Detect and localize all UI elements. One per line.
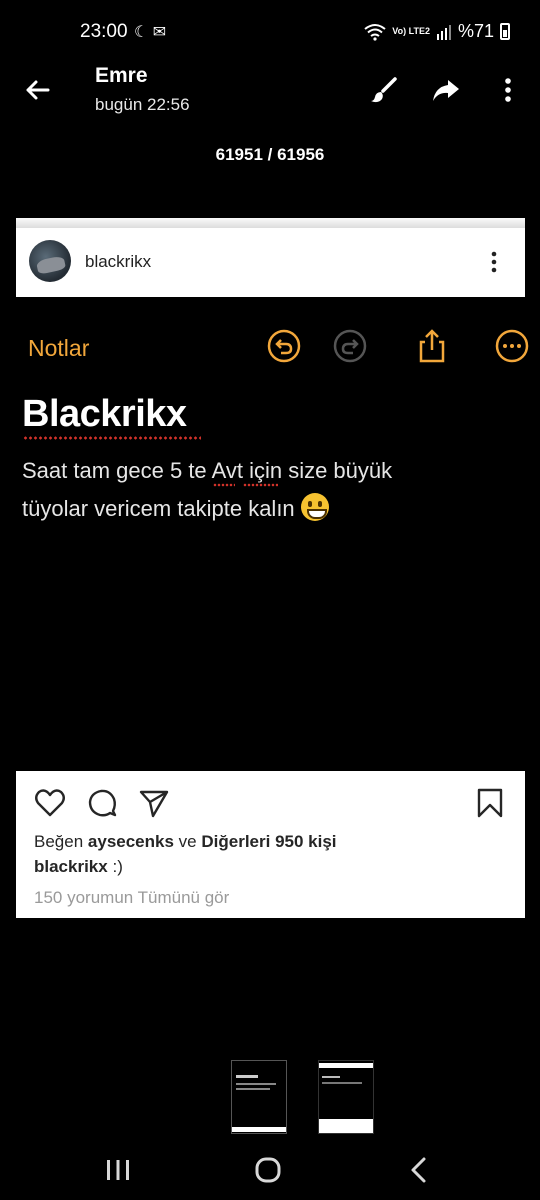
app-bar: Emre bugün 22:56 <box>0 64 540 120</box>
bookmark-icon <box>477 788 503 818</box>
redo-icon <box>333 329 367 363</box>
comment-icon <box>88 789 117 817</box>
contact-name: Emre <box>95 64 148 87</box>
status-time: 23:00 <box>80 21 128 42</box>
note-line-2: tüyolar vericem takipte kalın <box>22 490 522 528</box>
grinning-emoji-icon <box>300 493 329 521</box>
battery-icon <box>500 23 510 40</box>
heart-icon <box>35 789 65 817</box>
image-counter: 61951 / 61956 <box>215 145 325 164</box>
post-header-top-edge <box>16 218 525 228</box>
likes-others: Diğerleri 950 kişi <box>201 832 337 851</box>
notes-back-label: Notlar <box>28 335 90 361</box>
brush-icon[interactable] <box>368 74 400 106</box>
signal-icon <box>436 24 451 40</box>
likes-line: Beğen aysecenks ve Diğerleri 950 kişi <box>34 832 337 851</box>
wifi-icon <box>364 23 386 41</box>
battery-percent: %71 <box>457 21 494 41</box>
thumbnail-next[interactable] <box>318 1060 374 1134</box>
home-icon[interactable] <box>248 1150 288 1190</box>
recents-icon[interactable] <box>98 1150 138 1190</box>
share-icon <box>419 329 445 363</box>
status-bar: 23:00 ☾ ✉ Vo) LTE2 %71 <box>0 0 540 64</box>
volte-indicator: Vo) LTE2 <box>392 26 430 36</box>
undo-icon <box>267 329 301 363</box>
caption-username: blackrikx <box>34 857 108 876</box>
note-body: Saat tam gece 5 te Avt için size büyük t… <box>22 452 522 528</box>
caption: blackrikx :) <box>34 857 123 877</box>
likes-user: aysecenks <box>87 832 174 851</box>
message-timestamp: bugün 22:56 <box>95 95 190 114</box>
caption-text: :) <box>112 857 123 876</box>
post-header: blackrikx <box>16 218 525 297</box>
nav-back-icon[interactable] <box>400 1150 440 1190</box>
more-circle-icon <box>495 329 529 363</box>
spellcheck-underline <box>23 436 201 440</box>
post-footer: Beğen aysecenks ve Diğerleri 950 kişi bl… <box>16 771 525 918</box>
share-arrow-icon[interactable] <box>430 74 462 106</box>
view-comments-link: 150 yorumun Tümünü gör <box>34 888 230 907</box>
avatar <box>29 240 71 282</box>
post-more-icon <box>491 251 497 273</box>
send-icon <box>139 790 169 818</box>
note-title: Blackrikx <box>22 393 187 435</box>
spellcheck-underline <box>243 483 278 487</box>
notification-icons: ☾ ✉ <box>134 24 167 41</box>
status-right-icons: Vo) LTE2 %71 <box>364 21 510 42</box>
more-vert-icon[interactable] <box>492 74 524 106</box>
thumbnail-current[interactable] <box>231 1060 287 1134</box>
back-arrow-icon[interactable] <box>22 74 54 106</box>
post-username: blackrikx <box>85 252 152 271</box>
spellcheck-underline <box>213 483 235 487</box>
